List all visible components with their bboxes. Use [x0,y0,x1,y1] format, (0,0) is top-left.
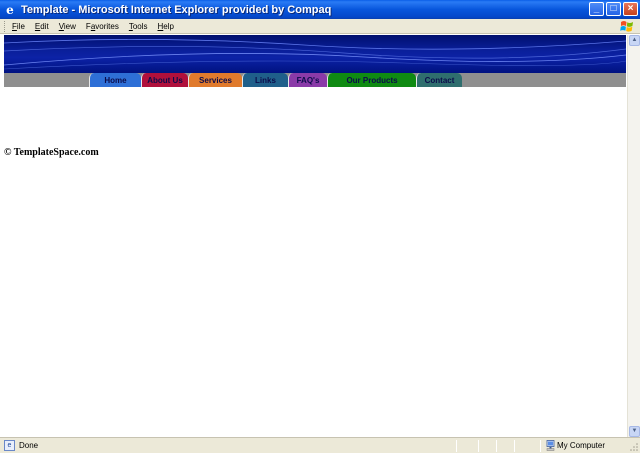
nav-about-us[interactable]: About Us [141,73,188,87]
security-zone-text: My Computer [557,441,606,450]
window-title-bar[interactable]: e Template - Microsoft Internet Explorer… [0,0,640,19]
vertical-scrollbar[interactable]: ▲ ▼ [627,35,640,437]
menu-bar: File Edit View Favorites Tools Help [0,19,640,34]
page-viewport: Home About Us Services Links FAQ's Our P… [0,35,627,437]
nav-home[interactable]: Home [89,73,141,87]
maximize-button[interactable]: □ [606,2,621,16]
menu-file[interactable]: File [12,22,25,31]
status-divider [456,440,457,452]
menu-view[interactable]: View [59,22,76,31]
site-nav: Home About Us Services Links FAQ's Our P… [4,73,626,87]
page-done-icon: e [4,440,15,451]
resize-grip-icon[interactable] [629,442,639,452]
minimize-button[interactable]: _ [589,2,604,16]
toolbar-grip[interactable] [4,20,7,32]
status-bar: e Done My Computer [0,437,640,453]
ie-icon: e [6,2,14,17]
status-divider [540,440,541,452]
windows-logo-icon [620,21,633,32]
computer-zone-icon [546,440,555,451]
site-banner [4,35,626,73]
menu-help[interactable]: Help [158,22,174,31]
status-divider [496,440,497,452]
nav-links[interactable]: Links [242,73,288,87]
scroll-up-button[interactable]: ▲ [629,35,640,46]
nav-faqs[interactable]: FAQ's [288,73,327,87]
nav-contact[interactable]: Contact [416,73,462,87]
copyright-text: © TemplateSpace.com [4,147,99,158]
menu-favorites[interactable]: Favorites [86,22,119,31]
nav-our-products[interactable]: Our Products [327,73,416,87]
status-divider [478,440,479,452]
menu-tools[interactable]: Tools [129,22,148,31]
banner-waves [4,39,626,70]
window-title: Template - Microsoft Internet Explorer p… [21,3,332,16]
menu-edit[interactable]: Edit [35,22,49,31]
status-text: Done [19,441,39,450]
nav-services[interactable]: Services [188,73,242,87]
window-controls: _ □ × [589,2,638,16]
status-divider [514,440,515,452]
scroll-down-button[interactable]: ▼ [629,426,640,437]
close-button[interactable]: × [623,2,638,16]
